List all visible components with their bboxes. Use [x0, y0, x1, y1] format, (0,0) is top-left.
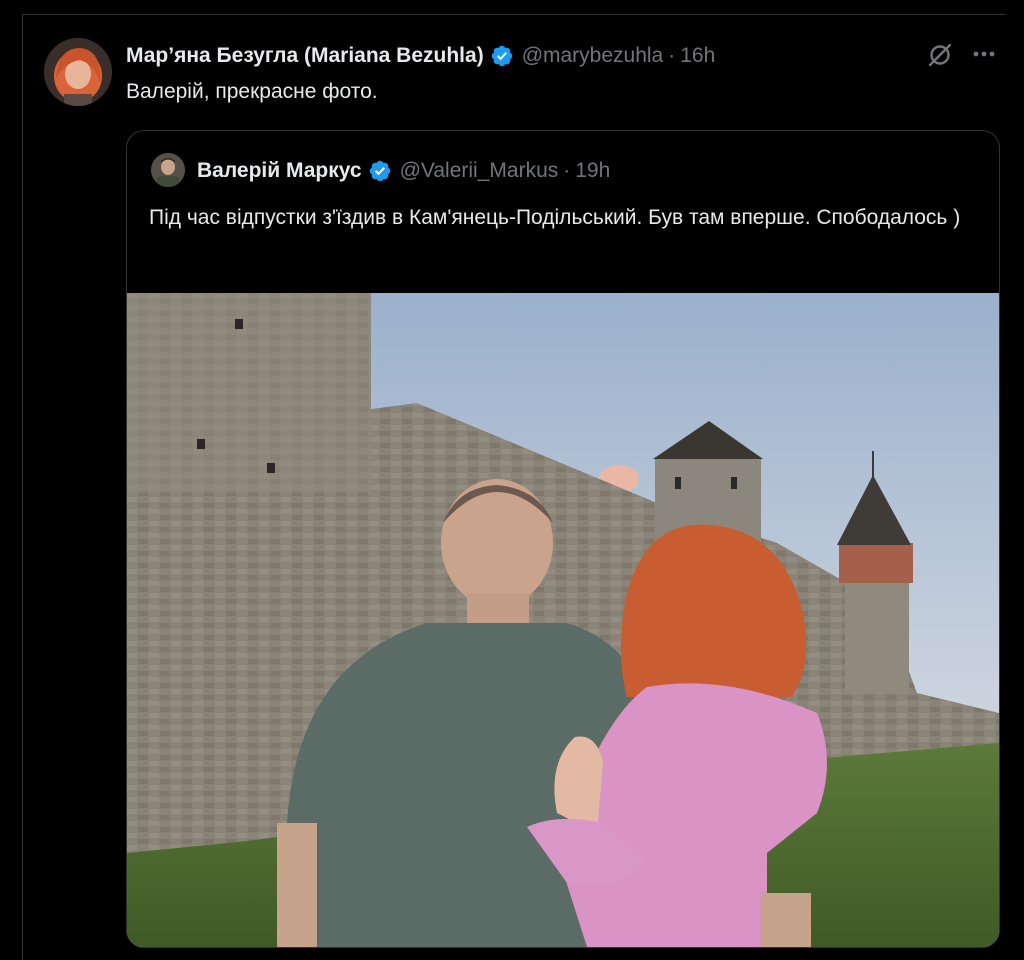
verified-badge-icon: [368, 159, 392, 183]
separator-dot: ·: [668, 44, 676, 67]
top-divider: [22, 14, 1006, 15]
quoted-tweet-text: Під час відпустки з'їздив в Кам'янець-По…: [149, 206, 961, 229]
quoted-tweet-header: Валерій Маркус @Valerii_Markus · 19h: [197, 155, 610, 187]
author-name[interactable]: Мар’яна Безугла (Mariana Bezuhla): [126, 44, 484, 68]
tweet-time[interactable]: 16h: [680, 44, 715, 68]
grok-icon[interactable]: [926, 41, 954, 69]
thread-rail: [22, 14, 23, 960]
author-avatar[interactable]: [44, 38, 112, 106]
tweet-photo[interactable]: [127, 293, 999, 947]
separator-dot: ·: [563, 159, 571, 182]
tweet-header: Мар’яна Безугла (Mariana Bezuhla) @maryb…: [126, 40, 984, 72]
author-handle[interactable]: @marybezuhla: [522, 44, 664, 68]
quoted-author-handle[interactable]: @Valerii_Markus: [400, 159, 559, 183]
tweet-text: Валерій, прекрасне фото.: [126, 80, 378, 103]
quoted-tweet-card[interactable]: Валерій Маркус @Valerii_Markus · 19h Під…: [126, 130, 1000, 948]
more-options-icon[interactable]: [970, 42, 998, 66]
verified-badge-icon: [490, 44, 514, 68]
quoted-author-name[interactable]: Валерій Маркус: [197, 159, 362, 183]
quoted-tweet-time[interactable]: 19h: [575, 159, 610, 183]
quoted-author-avatar[interactable]: [151, 153, 185, 187]
